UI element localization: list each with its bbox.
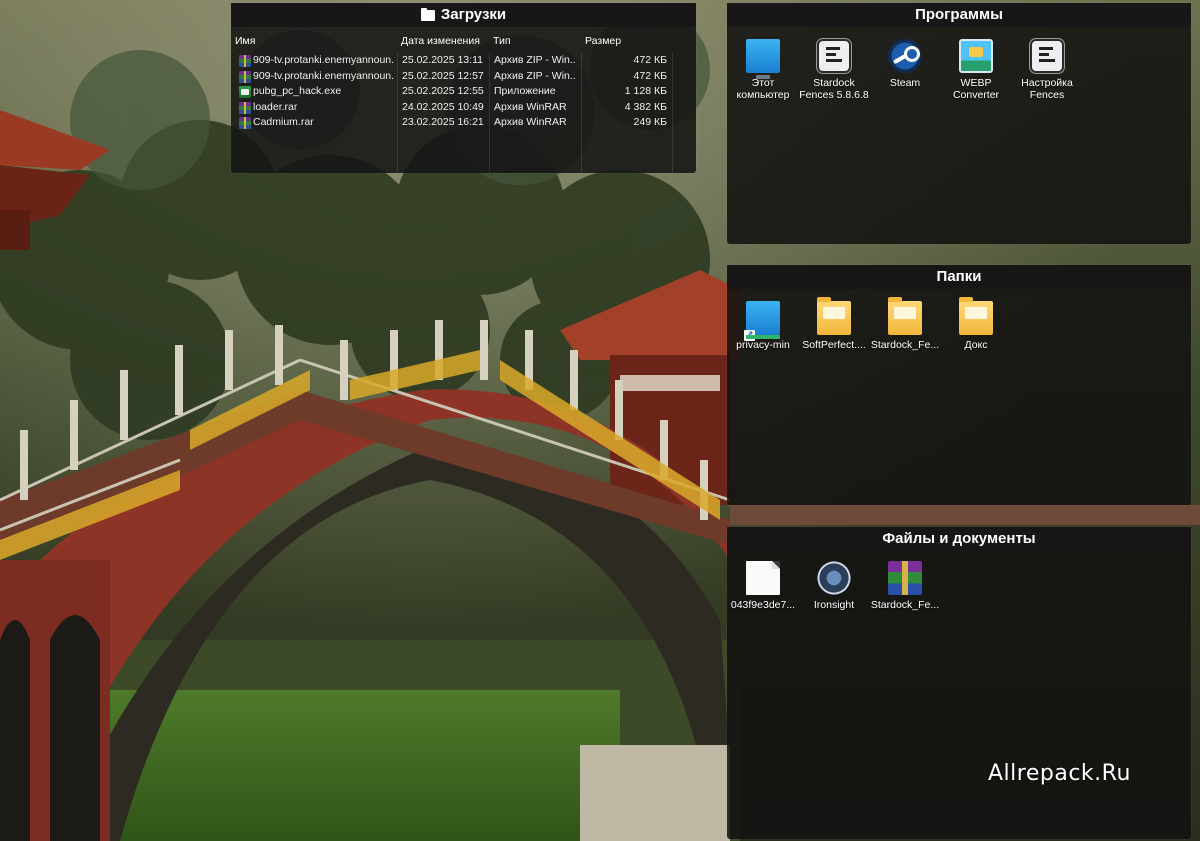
downloads-fence[interactable]: Загрузки Имя Дата изменения Тип Размер 9… (231, 3, 696, 173)
file-size: 4 382 КБ (624, 100, 667, 113)
file-size: 472 КБ (633, 69, 667, 82)
file-size: 249 КБ (633, 116, 667, 129)
file-name: loader.rar (253, 100, 298, 113)
desktop-icon-stardock-folder[interactable]: Stardock_Fe... (869, 297, 941, 351)
column-header-size[interactable]: Размер (585, 35, 621, 47)
file-name: Cadmium.rar (253, 116, 314, 129)
desktop-icon-ironsight[interactable]: Ironsight (798, 561, 870, 611)
files-documents-fence[interactable]: Файлы и документы 043f9e3de7... Ironsigh… (727, 527, 1191, 839)
column-header-date[interactable]: Дата изменения (401, 35, 480, 47)
desktop-icon-label: Stardock_Fe... (870, 599, 940, 611)
file-size: 1 128 КБ (624, 85, 667, 98)
desktop-icon-webp-converter[interactable]: WEBP Converter (940, 39, 1012, 101)
file-name: 909-tv.protanki.enemyannoun... (253, 69, 395, 82)
file-name: pubg_pc_hack.exe (253, 85, 342, 98)
downloads-title-label: Загрузки (440, 6, 507, 23)
winrar-archive-icon (239, 70, 251, 83)
winrar-icon (888, 561, 922, 595)
programs-fence-title[interactable]: Программы (727, 3, 1191, 27)
desktop-icon-stardock-fences[interactable]: Stardock Fences 5.8.6.8 (798, 39, 870, 101)
fences-settings-icon (1030, 39, 1064, 73)
file-date: 25.02.2025 12:57 (402, 69, 484, 82)
file-row[interactable]: loader.rar 24.02.2025 10:49 Архив WinRAR… (231, 100, 696, 116)
desktop-icon-label: WEBP Converter (952, 77, 1000, 101)
winrar-archive-icon (239, 117, 251, 130)
desktop-icon-fences-settings[interactable]: Настройка Fences (1011, 39, 1083, 101)
file-date: 24.02.2025 10:49 (402, 100, 484, 113)
application-exe-icon (239, 86, 251, 99)
desktop-icon-label: Stardock Fences 5.8.6.8 (799, 77, 869, 101)
file-row[interactable]: 909-tv.protanki.enemyannoun... 25.02.202… (231, 69, 696, 85)
file-row[interactable]: pubg_pc_hack.exe 25.02.2025 12:55 Прилож… (231, 84, 696, 100)
file-type: Архив WinRAR (494, 116, 567, 129)
folders-fence-title[interactable]: Папки (727, 265, 1191, 289)
programs-fence[interactable]: Программы Этот компьютер Stardock Fences… (727, 3, 1191, 244)
desktop-icon-steam[interactable]: Steam (869, 39, 941, 89)
folder-icon (959, 297, 993, 335)
file-date: 25.02.2025 13:11 (402, 54, 483, 66)
file-date: 25.02.2025 12:55 (402, 85, 484, 98)
files-documents-fence-title[interactable]: Файлы и документы (727, 527, 1191, 551)
file-type: Архив WinRAR (494, 100, 567, 113)
folder-icon (817, 297, 851, 335)
file-type: Архив ZIP - Win... (494, 69, 576, 82)
desktop-icon-label: Настройка Fences (1021, 77, 1073, 101)
list-header: Имя Дата изменения Тип Размер (231, 35, 696, 51)
desktop-icon-label: Ironsight (813, 599, 855, 611)
file-size: 472 КБ (633, 54, 667, 66)
desktop-icon-softperfect-folder[interactable]: SoftPerfect.... (798, 297, 870, 351)
webp-converter-icon (959, 39, 993, 73)
ironsight-icon (817, 561, 851, 595)
desktop-icon-docs-folder[interactable]: Докс (940, 297, 1012, 351)
file-name: 909-tv.protanki.enemyannoun... (253, 54, 395, 66)
desktop-icon-label: privacy-min (736, 339, 790, 351)
watermark-text: Allrepack.Ru (988, 761, 1131, 786)
desktop-icon-label: SoftPerfect.... (802, 339, 866, 351)
file-row[interactable]: Cadmium.rar 23.02.2025 16:21 Архив WinRA… (231, 115, 696, 131)
file-type: Архив ZIP - Win... (494, 54, 576, 66)
desktop-icon-privacy-min[interactable]: ↗ privacy-min (727, 301, 799, 351)
desktop-icon-label: Steam (889, 77, 921, 89)
file-icon (746, 561, 780, 595)
desktop-icon-label: 043f9e3de7... (730, 599, 796, 611)
column-header-name[interactable]: Имя (235, 35, 255, 47)
file-date: 23.02.2025 16:21 (402, 116, 484, 129)
shortcut-icon: ↗ (744, 301, 780, 341)
shortcut-arrow-icon: ↗ (744, 330, 755, 341)
desktop-icon-label: Докс (964, 339, 988, 351)
downloads-file-list[interactable]: Имя Дата изменения Тип Размер 909-tv.pro… (231, 27, 696, 173)
desktop-icon-label: Stardock_Fe... (870, 339, 940, 351)
column-header-type[interactable]: Тип (493, 35, 511, 47)
winrar-archive-icon (239, 101, 251, 114)
file-row[interactable]: 909-tv.protanki.enemyannoun... 25.02.202… (231, 53, 696, 69)
desktop-icon-file[interactable]: 043f9e3de7... (727, 561, 799, 611)
winrar-archive-icon (239, 55, 251, 67)
steam-icon (888, 39, 922, 73)
this-pc-icon (746, 39, 780, 79)
desktop-icon-this-pc[interactable]: Этот компьютер (727, 39, 799, 101)
fences-icon (817, 39, 851, 73)
downloads-fence-title[interactable]: Загрузки (231, 3, 696, 27)
desktop-icon-stardock-archive[interactable]: Stardock_Fe... (869, 561, 941, 611)
folder-icon (420, 7, 435, 21)
folders-fence[interactable]: Папки ↗ privacy-min SoftPerfect.... Star… (727, 265, 1191, 505)
desktop-icon-label: Этот компьютер (736, 77, 790, 101)
folder-icon (888, 297, 922, 335)
file-type: Приложение (494, 85, 556, 98)
